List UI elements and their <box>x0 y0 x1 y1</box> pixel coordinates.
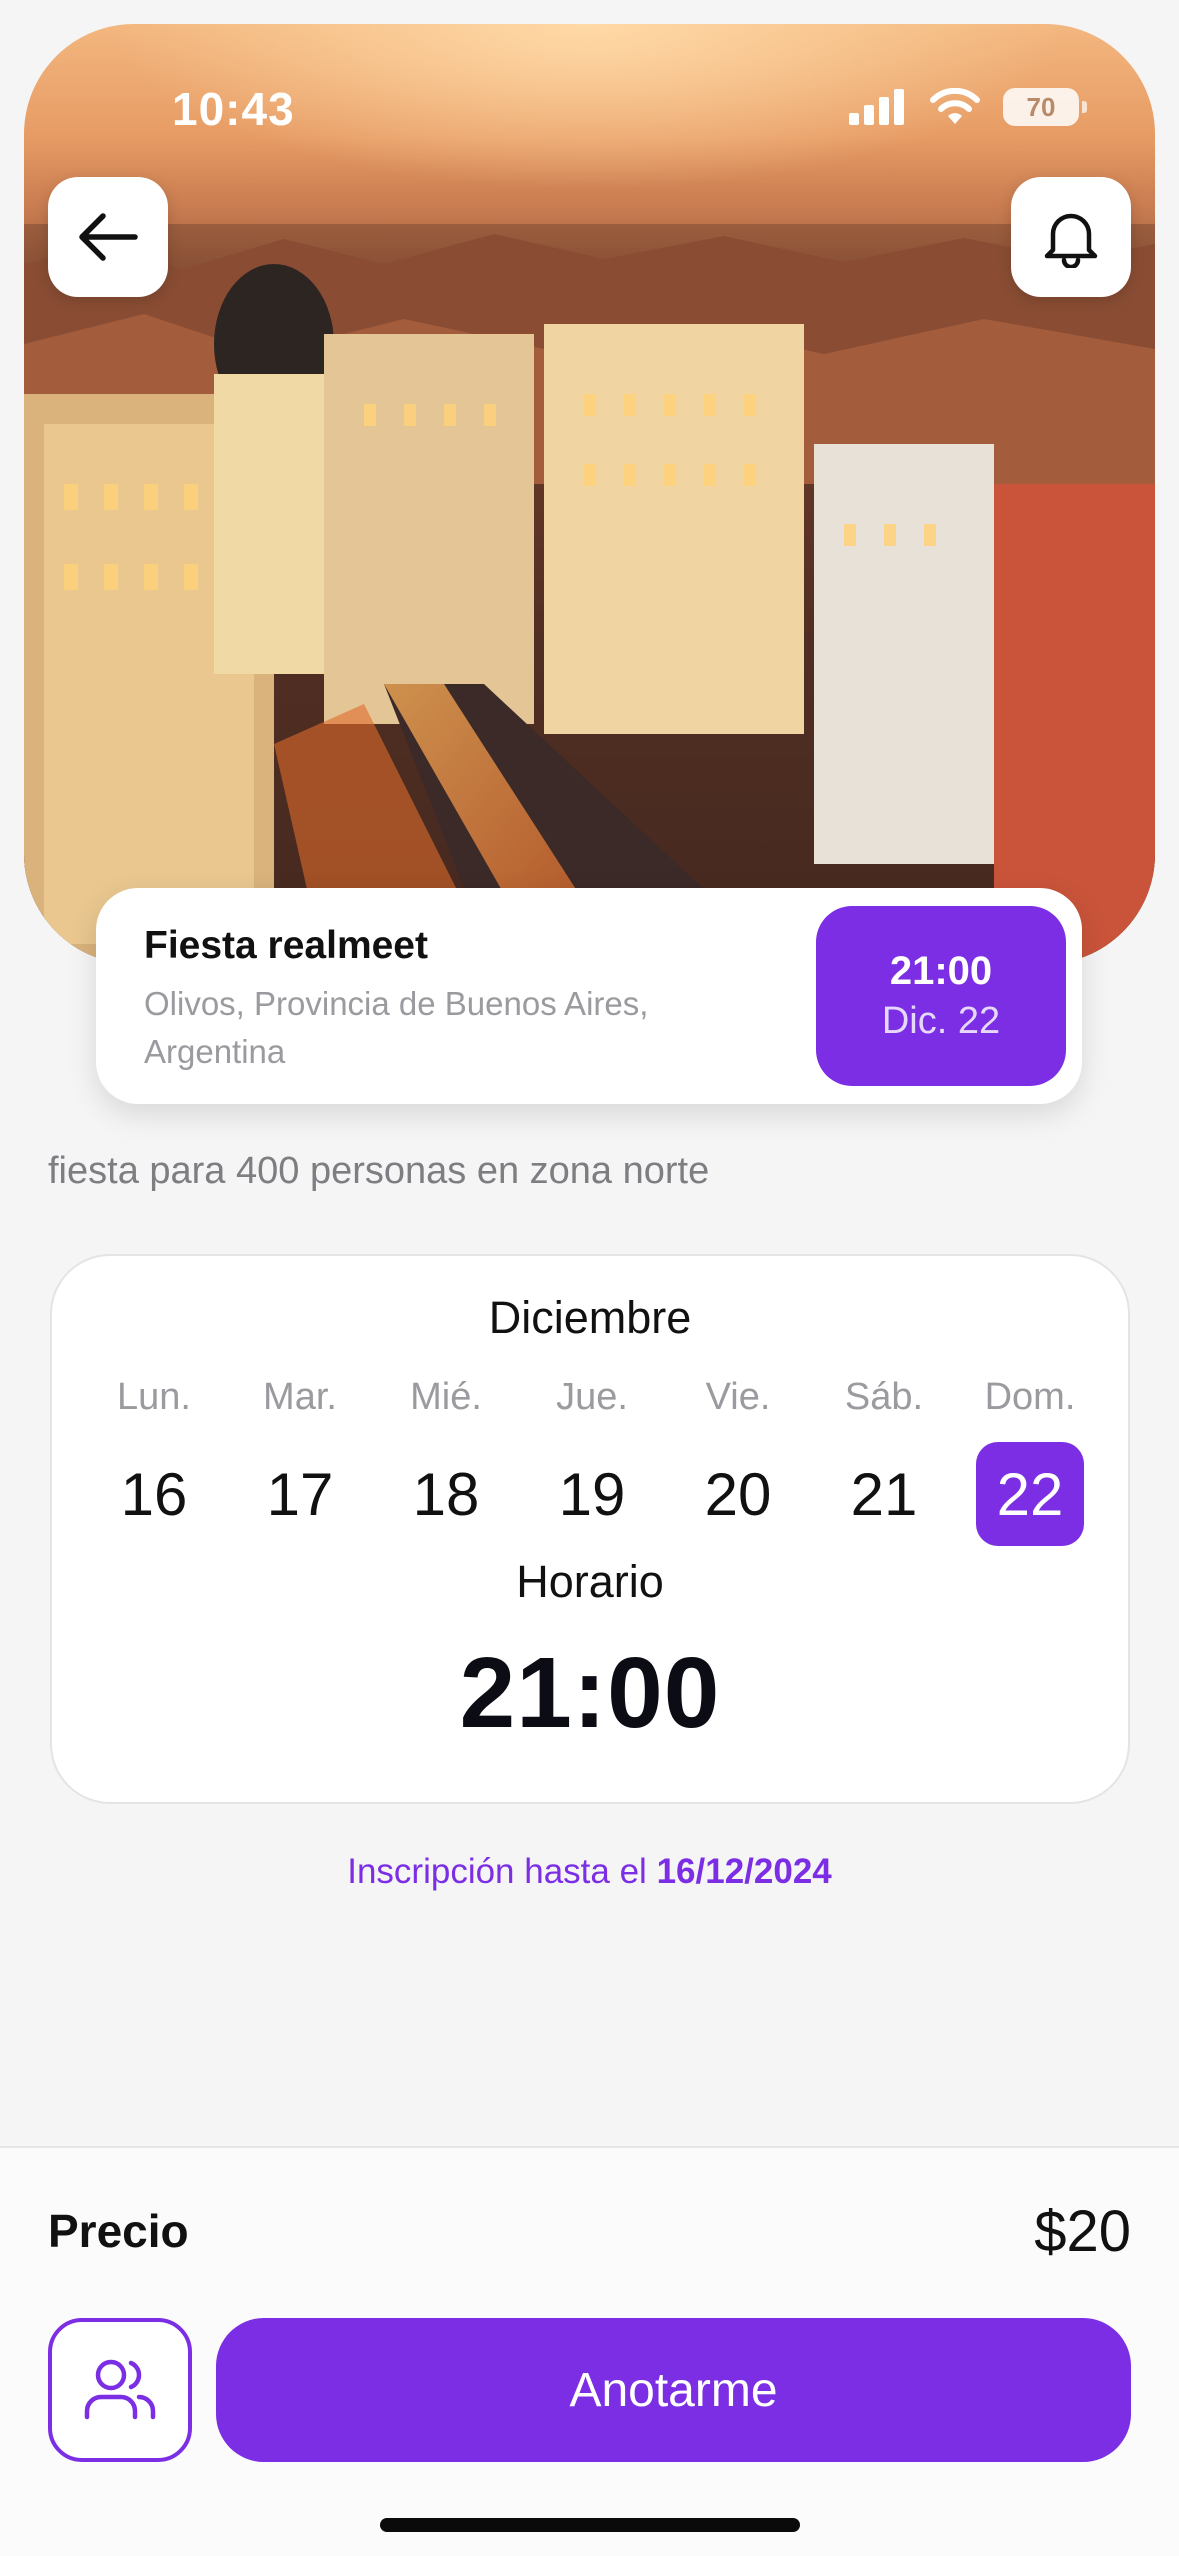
event-summary-card: Fiesta realmeet Olivos, Provincia de Bue… <box>96 888 1082 1104</box>
users-icon <box>84 2359 156 2420</box>
badge-date: Dic. 22 <box>881 1000 1001 1042</box>
day-monday[interactable]: Lun. 16 <box>100 1376 208 1546</box>
day-of-week: Mar. <box>263 1376 337 1418</box>
day-number: 19 <box>558 1460 626 1528</box>
day-of-week: Sáb. <box>844 1376 924 1418</box>
register-button[interactable]: Anotarme <box>216 2318 1131 2462</box>
deadline-prefix: Inscripción hasta el <box>347 1852 647 1891</box>
day-of-week: Dom. <box>984 1376 1076 1418</box>
event-title: Fiesta realmeet <box>144 924 428 967</box>
status-icons: 70 <box>849 88 1087 126</box>
day-saturday[interactable]: Sáb. 21 <box>830 1376 938 1546</box>
back-button[interactable] <box>48 177 168 297</box>
badge-time: 21:00 <box>889 949 993 993</box>
bell-icon <box>1044 213 1098 268</box>
event-description: fiesta para 400 personas en zona norte <box>48 1150 710 1192</box>
day-tuesday[interactable]: Mar. 17 <box>246 1376 354 1546</box>
price-value: $20 <box>1034 2199 1131 2264</box>
day-of-week: Jue. <box>556 1376 628 1418</box>
deadline-date: 16/12/2024 <box>656 1852 832 1891</box>
schedule-time: 21:00 <box>459 1637 721 1749</box>
calendar-month: Diciembre <box>488 1292 692 1343</box>
schedule-card: Diciembre Lun. 16 Mar. 17 Mié. 18 Jue. 1… <box>50 1254 1130 1804</box>
price-label: Precio <box>48 2205 189 2257</box>
signal-icon <box>849 89 904 125</box>
status-bar: 10:43 70 <box>24 24 1155 144</box>
week-strip: Lun. 16 Mar. 17 Mié. 18 Jue. 19 Vie. 20 … <box>100 1376 1084 1546</box>
home-indicator <box>380 2518 800 2532</box>
battery-indicator: 70 <box>1003 88 1087 126</box>
day-number: 18 <box>412 1460 480 1528</box>
wifi-icon <box>930 88 980 124</box>
arrow-left-icon <box>79 213 138 261</box>
hero-city-image: 10:43 70 <box>24 24 1155 964</box>
status-time: 10:43 <box>172 83 295 135</box>
day-of-week: Mié. <box>410 1376 482 1418</box>
day-number: 20 <box>704 1460 772 1528</box>
registration-deadline: Inscripción hasta el 16/12/2024 <box>0 1852 1179 1892</box>
schedule-label: Horario <box>516 1556 664 1607</box>
day-number: 16 <box>120 1460 188 1528</box>
day-of-week: Vie. <box>705 1376 771 1418</box>
day-of-week: Lun. <box>117 1376 191 1418</box>
day-wednesday[interactable]: Mié. 18 <box>392 1376 500 1546</box>
city-skyline-illustration <box>24 224 1155 964</box>
checkout-bar: Precio $20 Anotarme <box>0 2146 1179 2556</box>
event-location: Olivos, Provincia de Buenos Aires, Argen… <box>144 985 649 1070</box>
selected-day-number: 22 <box>976 1442 1084 1546</box>
day-thursday[interactable]: Jue. 19 <box>538 1376 646 1546</box>
day-friday[interactable]: Vie. 20 <box>684 1376 792 1546</box>
group-button[interactable] <box>48 2318 192 2462</box>
day-number: 21 <box>850 1460 918 1528</box>
event-date-badge: 21:00 Dic. 22 <box>816 906 1066 1086</box>
notifications-button[interactable] <box>1011 177 1131 297</box>
day-number: 17 <box>266 1460 334 1528</box>
day-sunday[interactable]: Dom. 22 <box>976 1376 1084 1546</box>
